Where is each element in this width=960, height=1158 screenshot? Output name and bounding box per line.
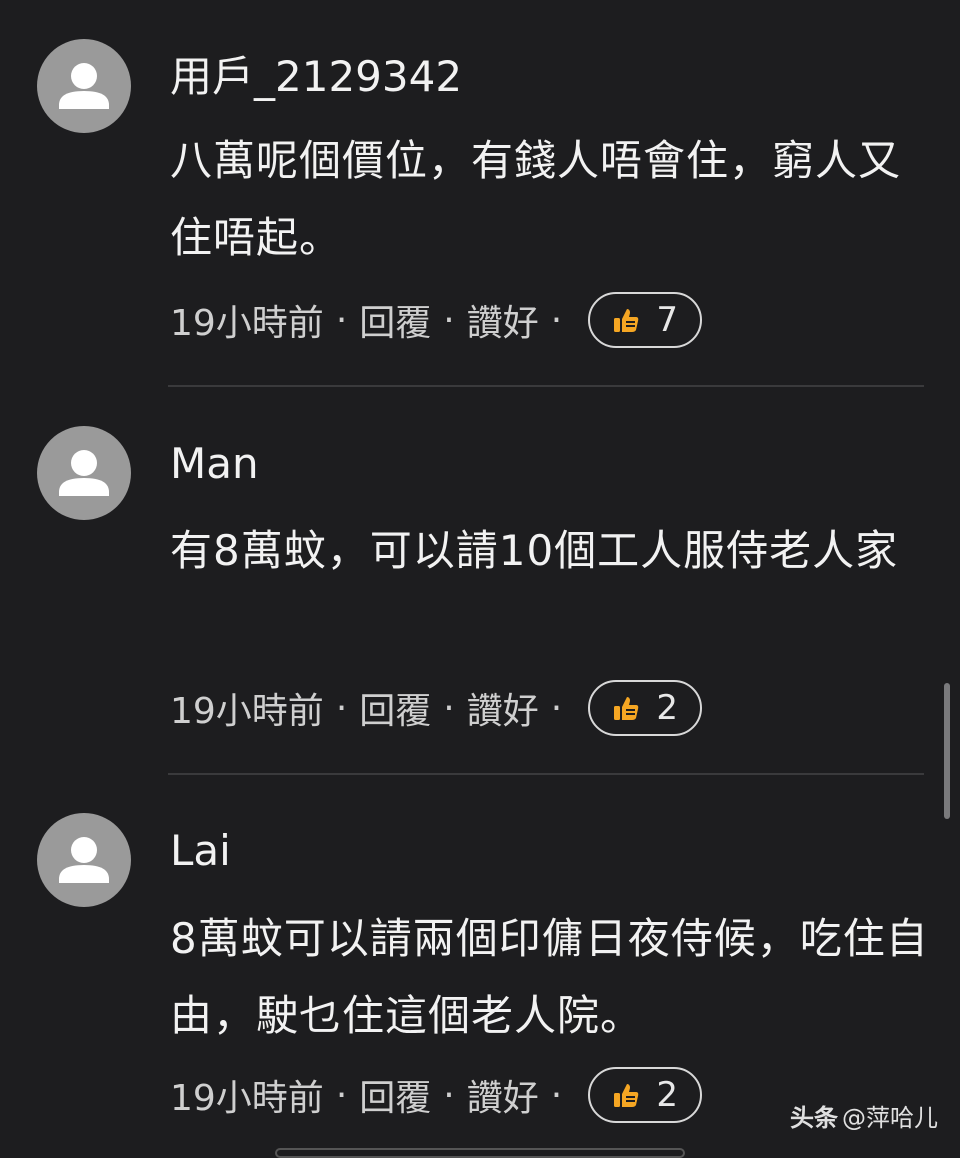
like-count-badge[interactable]: 2	[588, 680, 703, 736]
comment-meta: 19小時前 · 回覆 · 讚好 · 7	[170, 290, 703, 350]
comment-text: 八萬呢個價位，有錢人唔會住，窮人又住唔起。	[170, 136, 902, 262]
avatar[interactable]	[37, 39, 131, 133]
comment-meta: 19小時前 · 回覆 · 讚好 · 2	[170, 1065, 703, 1125]
comment-text: 有8萬蚊，可以請10個工人服侍老人家	[170, 526, 899, 575]
username[interactable]: 用戶_2129342	[170, 52, 462, 102]
reply-button[interactable]: 回覆	[359, 294, 431, 346]
like-count-badge[interactable]: 2	[588, 1067, 703, 1123]
username[interactable]: Man	[170, 439, 259, 489]
timestamp: 19小時前	[170, 1078, 324, 1119]
watermark-handle: @萍哈儿	[842, 1104, 938, 1132]
separator: ·	[443, 1074, 455, 1116]
separator: ·	[550, 1074, 563, 1116]
username[interactable]: Lai	[170, 826, 231, 876]
thumbs-up-icon	[614, 697, 639, 720]
separator: ·	[335, 1074, 348, 1116]
scrollbar[interactable]	[944, 683, 950, 819]
like-count: 7	[656, 300, 679, 340]
separator: ·	[550, 687, 563, 729]
user-avatar-icon	[59, 837, 109, 883]
thumbs-up-icon	[614, 309, 639, 332]
separator: ·	[550, 299, 563, 341]
timestamp: 19小時前	[170, 303, 324, 344]
separator: ·	[335, 687, 348, 729]
watermark: 头条 @萍哈儿	[790, 1098, 938, 1133]
divider	[168, 773, 924, 775]
like-button[interactable]: 讚好	[467, 682, 539, 734]
like-button[interactable]: 讚好	[467, 294, 539, 346]
comment-text: 8萬蚊可以請兩個印傭日夜侍候，吃住自由，駛乜住這個老人院。	[170, 914, 929, 1040]
comment-meta: 19小時前 · 回覆 · 讚好 · 2	[170, 678, 703, 738]
avatar[interactable]	[37, 813, 131, 907]
like-count-badge[interactable]: 7	[588, 292, 703, 348]
separator: ·	[443, 299, 455, 341]
user-avatar-icon	[59, 450, 109, 496]
reply-button[interactable]: 回覆	[359, 1069, 431, 1121]
watermark-brand: 头条	[790, 1104, 838, 1132]
like-button[interactable]: 讚好	[467, 1069, 539, 1121]
separator: ·	[335, 299, 348, 341]
timestamp: 19小時前	[170, 691, 324, 732]
like-count: 2	[656, 688, 679, 728]
avatar[interactable]	[37, 426, 131, 520]
like-count: 2	[656, 1075, 679, 1115]
bottom-sheet-handle[interactable]	[275, 1148, 685, 1158]
user-avatar-icon	[59, 63, 109, 109]
reply-button[interactable]: 回覆	[359, 682, 431, 734]
separator: ·	[443, 687, 455, 729]
thumbs-up-icon	[614, 1084, 639, 1107]
divider	[168, 385, 924, 387]
